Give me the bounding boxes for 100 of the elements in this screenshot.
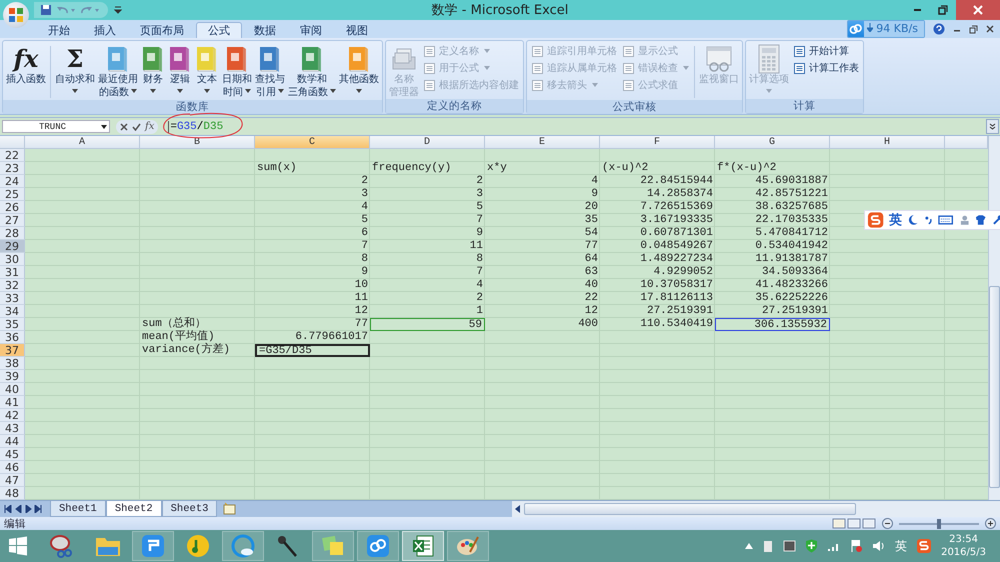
column-header[interactable]: F (600, 136, 715, 149)
row-header[interactable]: 33 (0, 292, 25, 305)
row-header[interactable]: 37 (0, 344, 25, 357)
row-header[interactable]: 46 (0, 461, 25, 474)
row-header[interactable]: 32 (0, 279, 25, 292)
ribbon-tab[interactable]: 数据 (242, 22, 288, 38)
row-header[interactable]: 39 (0, 370, 25, 383)
ribbon-button[interactable]: 其他函数 (338, 44, 380, 92)
formula-input[interactable]: =G35/D35 (168, 120, 224, 132)
table-cell-text: 5 (360, 214, 369, 227)
moon-icon[interactable] (907, 214, 919, 226)
office-button[interactable] (3, 2, 29, 28)
wrench-icon[interactable] (992, 214, 1000, 226)
row-header[interactable]: 42 (0, 409, 25, 422)
flag-icon[interactable] (850, 539, 864, 553)
taskbar-app[interactable] (132, 531, 174, 561)
windows-logo-icon[interactable] (8, 536, 28, 556)
row-header[interactable]: 28 (0, 227, 25, 240)
close-button[interactable] (956, 0, 1000, 20)
row-header[interactable]: 45 (0, 448, 25, 461)
punctuation-icon[interactable] (924, 214, 934, 226)
row-header[interactable]: 43 (0, 422, 25, 435)
name-box[interactable]: TRUNC (2, 120, 110, 133)
taskbar-app[interactable] (447, 531, 489, 561)
column-header[interactable]: C (255, 136, 370, 149)
scroll-left-icon[interactable] (515, 505, 521, 513)
ribbon-tab[interactable]: 插入 (82, 22, 128, 38)
save-icon[interactable] (40, 4, 52, 16)
zoom-out-icon[interactable] (882, 518, 893, 529)
up-caret-icon[interactable] (745, 543, 754, 549)
column-header[interactable]: H (830, 136, 945, 149)
row-header[interactable]: 38 (0, 357, 25, 370)
sheet-tab[interactable]: Sheet2 (106, 501, 162, 517)
zoom-in-icon[interactable] (985, 518, 996, 529)
taskbar-app[interactable] (222, 531, 264, 561)
input-mode-toggle[interactable]: 英 (889, 211, 902, 229)
ribbon-button[interactable]: 计算工作表 (793, 61, 859, 75)
vertical-scrollbar[interactable] (988, 136, 1000, 500)
sheet-navigation-icon[interactable] (4, 505, 44, 513)
row-header[interactable]: 26 (0, 201, 25, 214)
shield-icon[interactable] (805, 539, 818, 553)
ribbon-button[interactable]: 财务 (140, 44, 166, 92)
column-header[interactable]: D (370, 136, 485, 149)
row-header[interactable]: 48 (0, 487, 25, 500)
sogou-logo-icon[interactable] (867, 211, 884, 229)
row-header[interactable]: 22 (0, 149, 25, 162)
monitor-icon[interactable] (783, 540, 796, 552)
sheet-tab[interactable]: Sheet1 (50, 501, 106, 517)
cancel-icon[interactable] (120, 122, 128, 130)
close-icon[interactable] (986, 25, 994, 33)
taskbar-app[interactable] (402, 531, 444, 561)
insert-function-button[interactable]: fx (145, 121, 154, 132)
column-header[interactable]: A (25, 136, 140, 149)
expand-button[interactable] (986, 119, 999, 134)
ribbon-tab[interactable]: 开始 (36, 22, 82, 38)
row-header[interactable]: 35 (0, 318, 25, 331)
row-header[interactable]: 24 (0, 175, 25, 188)
ribbon-button[interactable]: 数学和 三角函数 (287, 44, 337, 99)
ribbon-tab[interactable]: 公式 (196, 22, 242, 38)
check-icon[interactable] (132, 122, 141, 130)
speaker-icon[interactable] (872, 540, 886, 552)
device-icon[interactable] (762, 539, 774, 553)
row-header[interactable]: 30 (0, 253, 25, 266)
sogou-logo-icon[interactable] (916, 538, 932, 554)
ribbon-tab[interactable]: 视图 (334, 22, 380, 38)
help-icon[interactable] (933, 23, 945, 35)
column-header[interactable]: G (715, 136, 830, 149)
row-header[interactable]: 29 (0, 240, 25, 253)
table-cell-text: 7 (475, 266, 484, 279)
ribbon-button[interactable]: 文本 (194, 44, 220, 92)
sheet-tab[interactable]: Sheet3 (162, 501, 218, 517)
ribbon-tab[interactable]: 审阅 (288, 22, 334, 38)
customize-caret-icon[interactable] (114, 6, 122, 14)
row-header[interactable]: 44 (0, 435, 25, 448)
row-header[interactable]: 40 (0, 383, 25, 396)
row-header[interactable]: 41 (0, 396, 25, 409)
row-header[interactable]: 47 (0, 474, 25, 487)
row-header[interactable]: 23 (0, 162, 25, 175)
taskbar-app[interactable] (357, 531, 399, 561)
keyboard-icon[interactable] (938, 214, 954, 226)
column-header[interactable]: E (485, 136, 600, 149)
ribbon-button[interactable]: Σ 自动求和 (54, 44, 96, 92)
horizontal-scrollbar[interactable] (512, 501, 1000, 517)
ribbon-button[interactable]: 日期和 时间 (221, 44, 253, 99)
user-icon[interactable] (958, 214, 970, 226)
ribbon-tab[interactable]: 页面布局 (128, 22, 196, 38)
row-header[interactable]: 34 (0, 305, 25, 318)
row-header[interactable]: 31 (0, 266, 25, 279)
restore-icon[interactable] (969, 24, 978, 34)
row-header[interactable]: 25 (0, 188, 25, 201)
ribbon-button[interactable]: 开始计算 (793, 44, 859, 58)
view-buttons-icon[interactable] (832, 518, 876, 529)
row-header[interactable]: 27 (0, 214, 25, 227)
row-header[interactable]: 36 (0, 331, 25, 344)
ribbon-button[interactable]: 查找与 引用 (254, 44, 286, 99)
ribbon-button[interactable]: 最近使用 的函数 (97, 44, 139, 99)
shirt-icon[interactable] (975, 214, 987, 226)
ribbon-button[interactable]: fx 插入函数 (5, 44, 47, 86)
cell-editor[interactable]: =G35/D35 (255, 344, 370, 357)
ribbon-button[interactable]: 逻辑 (167, 44, 193, 92)
